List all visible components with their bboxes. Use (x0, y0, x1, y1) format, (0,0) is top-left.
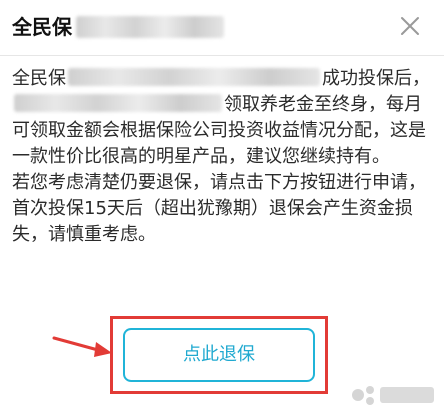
surrender-dialog: 全民保 全民保 成功投保后，领取养老金至终身，每月可领取金额会根据保险公司投资收益… (0, 0, 444, 415)
paragraph-2-text: 若您考虑清楚仍要退保，请点击下方按钮进行申请，首次投保15天后（超出犹豫期）退保… (12, 172, 426, 245)
surrender-button[interactable]: 点此退保 (123, 328, 315, 382)
baidu-watermark-icon (352, 386, 434, 405)
text-segment: 成功投保 (322, 68, 394, 89)
paragraph-1-text: 全民保 成功投保后，领取养老金至终身，每月可领取金额会根据保险公司投资收益情况分配… (12, 66, 432, 170)
blurred-text (68, 68, 320, 86)
text-segment: 后， (394, 68, 430, 89)
dialog-title: 全民保 (12, 15, 72, 39)
text-segment: 全民保 (12, 68, 66, 89)
paragraph-2: 若您考虑清楚仍要退保，请点击下方按钮进行申请，首次投保15天后（超出犹豫期）退保… (12, 170, 432, 248)
button-highlight-box: 点此退保 (110, 316, 328, 394)
paragraph-1: 全民保 成功投保后，领取养老金至终身，每月可领取金额会根据保险公司投资收益情况分配… (12, 66, 432, 170)
blurred-product-name (76, 16, 224, 38)
dialog-body: 全民保 成功投保后，领取养老金至终身，每月可领取金额会根据保险公司投资收益情况分配… (12, 66, 432, 248)
red-arrow-icon (52, 336, 112, 357)
close-icon[interactable] (398, 14, 422, 38)
blurred-text (14, 94, 222, 112)
title-row: 全民保 (12, 13, 224, 41)
dialog-header: 全民保 (0, 0, 444, 56)
